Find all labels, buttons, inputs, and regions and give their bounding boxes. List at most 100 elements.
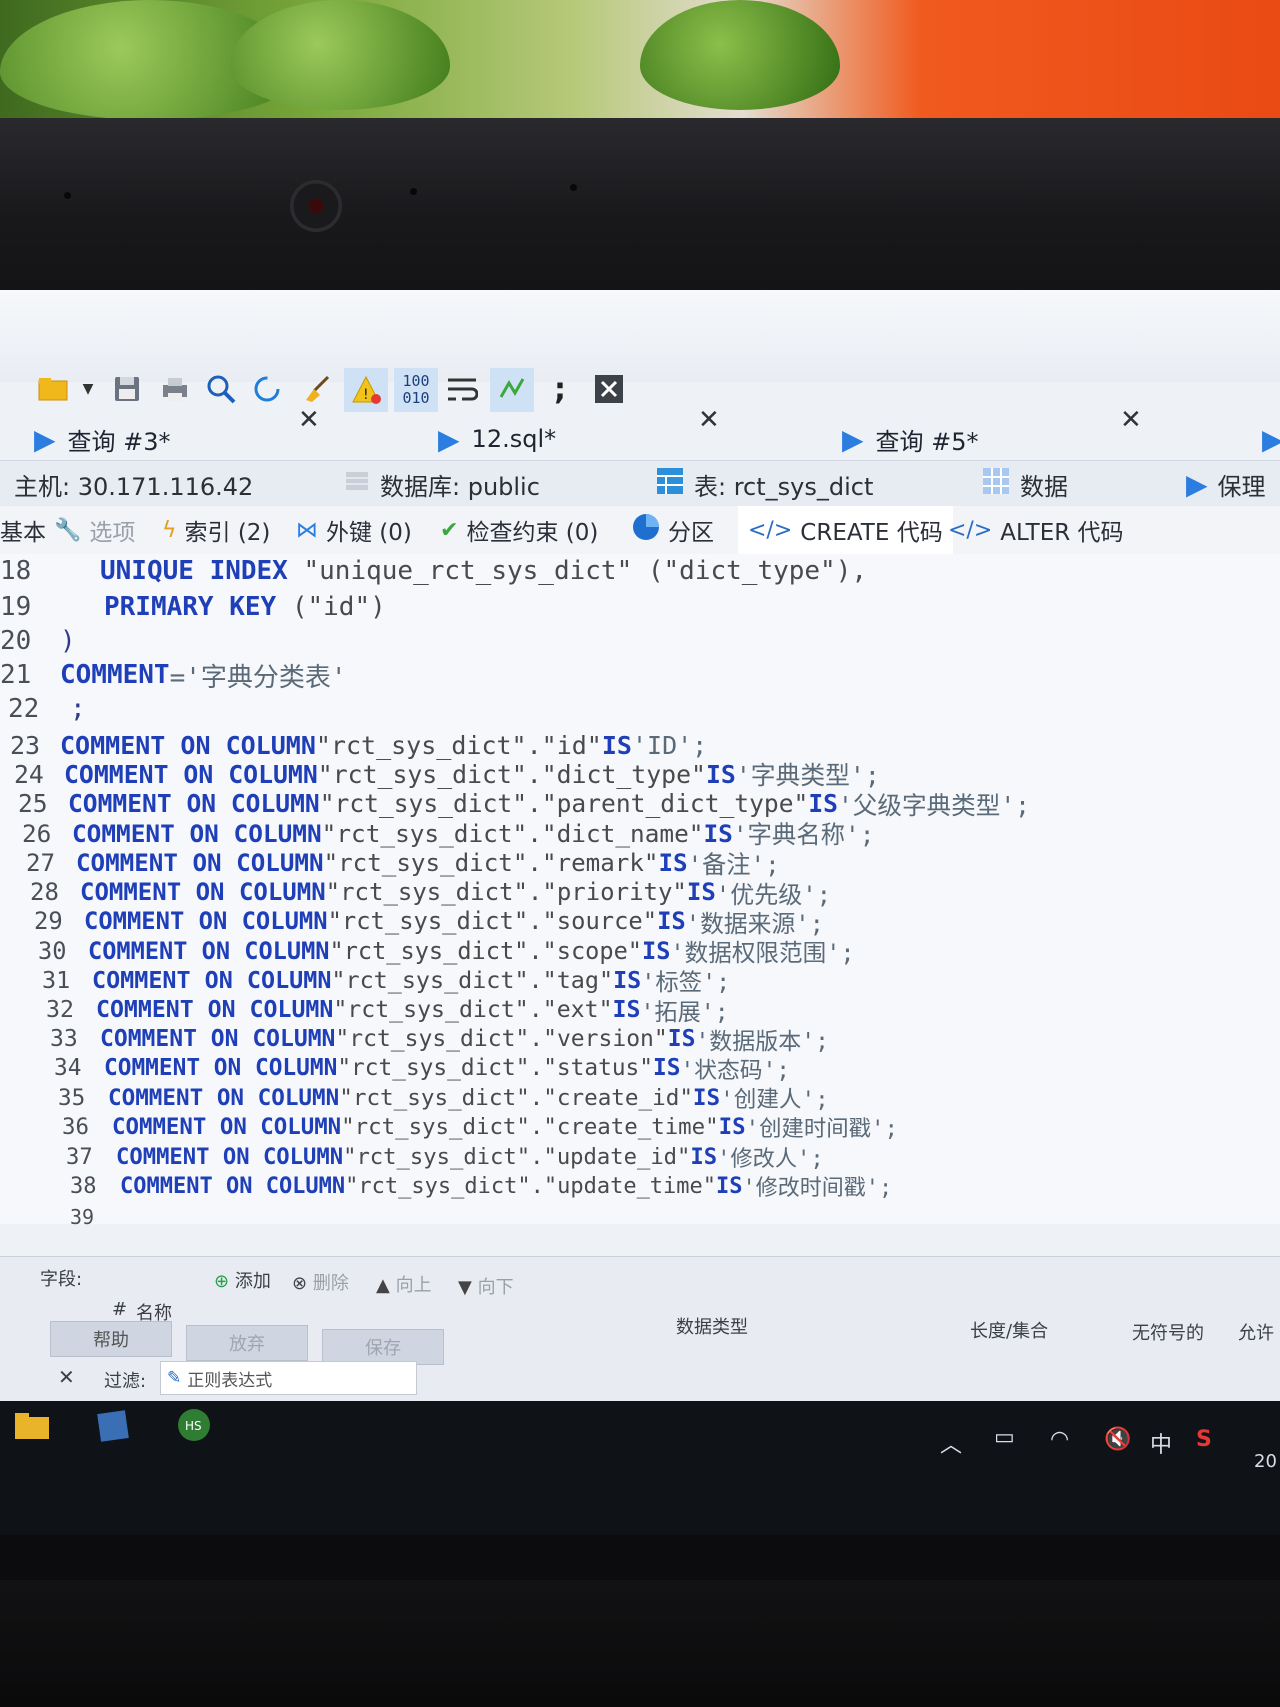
data-tab[interactable]: 数据 [982, 461, 1068, 507]
filter-clear-icon[interactable]: ✕ [58, 1365, 75, 1389]
line-number: 23 [10, 730, 41, 760]
print-icon[interactable] [158, 372, 192, 406]
code-line: 35 COMMENT ON COLUMN "rct_sys_dict"."crea… [58, 1083, 829, 1114]
tab-label: 查询 #3* [67, 427, 171, 456]
tab-basic[interactable]: 基本 [0, 506, 46, 554]
tab-close-icon[interactable]: ✕ [698, 405, 720, 435]
tab-alter-code[interactable]: </> ALTER 代码 [948, 506, 1124, 554]
keyword: UNIQUE INDEX [100, 556, 288, 586]
delete-field-button[interactable]: ⊗ 删除 [292, 1269, 349, 1295]
folder-icon[interactable] [36, 372, 70, 406]
chevron-up-icon[interactable]: ︿ [940, 1427, 962, 1459]
wifi-icon[interactable]: ◠ [1050, 1427, 1069, 1452]
tab-close-icon[interactable]: ✕ [298, 405, 320, 435]
filter-placeholder: 正则表达式 [187, 1370, 273, 1391]
code-line: 38 COMMENT ON COLUMN "rct_sys_dict"."upda… [70, 1171, 893, 1202]
tab-check-constraints[interactable]: ✔ 检查约束 (0) [440, 506, 598, 554]
code-text: ("id") [276, 592, 386, 622]
move-up-button[interactable]: ▲ 向上 [376, 1271, 432, 1297]
chevron-down-icon[interactable]: ▼ [78, 372, 98, 406]
keyword: COMMENT ON COLUMN [100, 1026, 336, 1052]
leaf-shape [640, 0, 840, 110]
keyword: COMMENT ON COLUMN [88, 936, 330, 965]
tab-label: 12.sql* [471, 425, 557, 453]
battery-icon[interactable]: ▭ [994, 1425, 1015, 1450]
code-line: 22; [8, 694, 86, 724]
table-info[interactable]: 表: rct_sys_dict [656, 461, 873, 507]
tab-close-icon[interactable]: ✕ [1120, 405, 1142, 435]
tab-12-sql[interactable]: ▶ 12.sql* [438, 415, 556, 463]
code-icon: </> [748, 517, 793, 543]
wrap-icon[interactable] [444, 372, 480, 406]
keyword: IS [718, 1114, 746, 1141]
line-number: 37 [66, 1143, 93, 1170]
tab-label: CREATE 代码 [800, 520, 943, 546]
heidisql-icon[interactable]: HS [176, 1407, 212, 1449]
tab-query-3[interactable]: ▶ 查询 #3* [34, 415, 171, 463]
tab-create-code[interactable]: </> CREATE 代码 [738, 506, 953, 554]
button-label: 帮助 [93, 1330, 129, 1351]
save-button[interactable]: 保存 [322, 1329, 444, 1365]
refresh-icon[interactable] [250, 372, 284, 406]
code-line: 36 COMMENT ON COLUMN "rct_sys_dict"."crea… [62, 1112, 898, 1142]
host-info[interactable]: 主机: 30.171.116.42 [14, 461, 253, 507]
move-down-button[interactable]: ▼ 向下 [458, 1273, 514, 1299]
line-number: 21 [0, 660, 32, 690]
add-field-button[interactable]: ⊕ 添加 [214, 1267, 271, 1293]
column-allow: 允许 [1238, 1323, 1274, 1344]
code-text: ; [70, 694, 86, 724]
app-icon[interactable] [96, 1409, 130, 1449]
binary-bottom: 010 [402, 389, 430, 407]
keyword: COMMENT ON COLUMN [72, 818, 322, 848]
table-label: 表: rct_sys_dict [694, 472, 874, 501]
line-number: 31 [42, 966, 71, 995]
close-icon[interactable] [592, 372, 626, 406]
comment-icon[interactable]: ; [548, 372, 572, 407]
search-icon[interactable] [204, 372, 238, 406]
keyword: COMMENT ON COLUMN [64, 759, 318, 789]
comment-text: '修改时间戳'; [742, 1176, 893, 1201]
button-label: 放弃 [229, 1334, 265, 1355]
tab-foreign-keys[interactable]: ⋈ 外键 (0) [296, 506, 412, 554]
code-line: 25 COMMENT ON COLUMN "rct_sys_dict"."pare… [18, 789, 1030, 820]
table-icon [656, 467, 684, 501]
keyword: COMMENT ON COLUMN [116, 1143, 344, 1170]
tab-label: 基本 [0, 520, 46, 546]
database-info[interactable]: 数据库: public [344, 461, 540, 507]
tab-partitions[interactable]: 分区 [632, 506, 714, 554]
monitor-bezel [0, 118, 1280, 290]
data-label: 数据 [1020, 472, 1068, 501]
filter-input[interactable]: ✎ 正则表达式 [160, 1361, 417, 1395]
play-icon: ▶ [34, 422, 56, 456]
warning-icon[interactable]: ! [344, 368, 388, 412]
sogou-icon[interactable]: S [1196, 1427, 1212, 1452]
volume-mute-icon[interactable]: 🔇 [1104, 1427, 1131, 1452]
ime-indicator[interactable]: 中 [1150, 1427, 1172, 1459]
keyword: COMMENT ON COLUMN [76, 848, 324, 877]
database-icon [344, 468, 370, 500]
play-icon: ▶ [1186, 467, 1208, 501]
button-label: 向上 [395, 1275, 432, 1296]
comment-text: 'ID'; [631, 730, 708, 760]
code-line: 28 COMMENT ON COLUMN "rct_sys_dict"."prio… [30, 877, 831, 909]
wrench-icon: 🔧 [54, 517, 82, 543]
sql-editor[interactable]: 18 UNIQUE INDEX "unique_rct_sys_dict" ("d… [0, 554, 1280, 1229]
clock[interactable]: 20 [1254, 1451, 1277, 1472]
save-tab[interactable]: ▶ 保理 [1186, 461, 1266, 507]
line-number: 29 [34, 907, 63, 936]
tab-overflow[interactable]: ▶ [1262, 415, 1280, 463]
foreign-key-icon: ⋈ [296, 517, 318, 543]
tab-indexes[interactable]: ϟ 索引 (2) [162, 506, 270, 554]
tab-options[interactable]: 🔧 选项 [54, 506, 135, 554]
binary-icon[interactable]: 100 010 [394, 368, 438, 412]
file-explorer-icon[interactable] [14, 1411, 50, 1447]
code-line: 30 COMMENT ON COLUMN "rct_sys_dict"."scop… [38, 936, 855, 967]
help-button[interactable]: 帮助 [50, 1321, 172, 1357]
tab-query-5[interactable]: ▶ 查询 #5* [842, 415, 979, 463]
line-number: 18 [0, 556, 32, 586]
broom-icon[interactable] [300, 372, 334, 406]
format-icon[interactable] [490, 368, 534, 412]
discard-button[interactable]: 放弃 [186, 1325, 308, 1361]
save-icon[interactable] [110, 372, 144, 406]
line-number: 22 [8, 694, 40, 724]
